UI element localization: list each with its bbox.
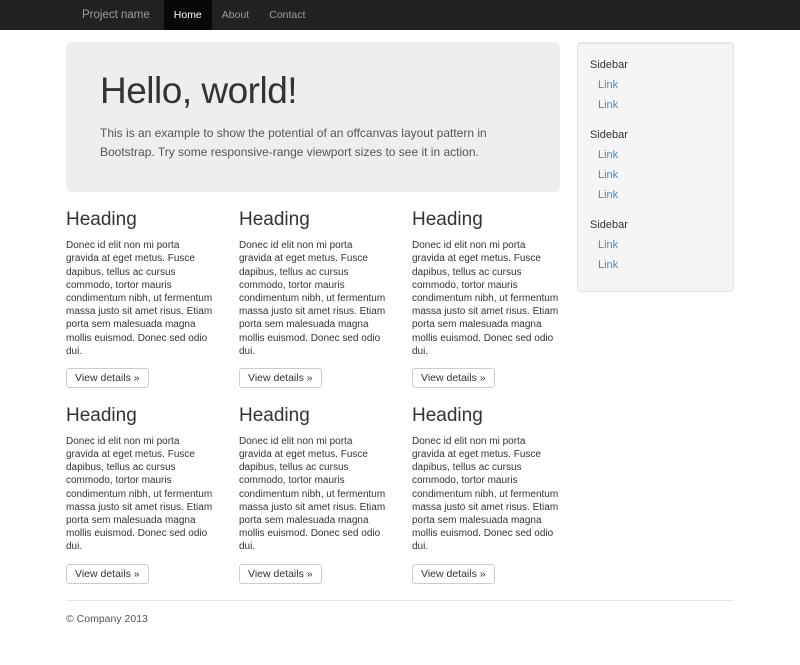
sidebar-group: Sidebar Link Link Link bbox=[590, 125, 721, 205]
card-heading: Heading bbox=[412, 210, 560, 231]
sidebar-link[interactable]: Link bbox=[590, 255, 721, 275]
sidebar-link[interactable]: Link bbox=[590, 165, 721, 185]
card-heading: Heading bbox=[239, 406, 387, 427]
card-body-text: Donec id elit non mi porta gravida at eg… bbox=[66, 435, 214, 554]
sidebar: Sidebar Link Link Sidebar Link Link Link… bbox=[577, 42, 734, 292]
navbar: Project name Home About Contact bbox=[0, 0, 800, 30]
navbar-menu: Home About Contact bbox=[164, 0, 316, 30]
sidebar-group: Sidebar Link Link bbox=[590, 55, 721, 115]
page-container: Hello, world! This is an example to show… bbox=[66, 42, 734, 625]
navbar-brand[interactable]: Project name bbox=[66, 0, 164, 30]
sidebar-group: Sidebar Link Link bbox=[590, 215, 721, 275]
cards-grid: Heading Donec id elit non mi porta gravi… bbox=[66, 192, 560, 583]
sidebar-link[interactable]: Link bbox=[590, 235, 721, 255]
sidebar-group-header: Sidebar bbox=[590, 125, 721, 145]
card-heading: Heading bbox=[239, 210, 387, 231]
card-body-text: Donec id elit non mi porta gravida at eg… bbox=[239, 435, 387, 554]
sidebar-link[interactable]: Link bbox=[590, 145, 721, 165]
content-card: Heading Donec id elit non mi porta gravi… bbox=[239, 388, 387, 584]
view-details-button[interactable]: View details » bbox=[66, 564, 149, 584]
sidebar-link[interactable]: Link bbox=[590, 75, 721, 95]
nav-item-about[interactable]: About bbox=[212, 0, 259, 30]
copyright-text: © Company 2013 bbox=[66, 613, 734, 625]
sidebar-link[interactable]: Link bbox=[590, 95, 721, 115]
content-card: Heading Donec id elit non mi porta gravi… bbox=[412, 192, 560, 388]
jumbotron: Hello, world! This is an example to show… bbox=[66, 42, 560, 192]
card-body-text: Donec id elit non mi porta gravida at eg… bbox=[412, 435, 560, 554]
sidebar-link[interactable]: Link bbox=[590, 185, 721, 205]
card-body-text: Donec id elit non mi porta gravida at eg… bbox=[239, 239, 387, 358]
card-heading: Heading bbox=[66, 210, 214, 231]
content-card: Heading Donec id elit non mi porta gravi… bbox=[412, 388, 560, 584]
view-details-button[interactable]: View details » bbox=[412, 368, 495, 388]
footer: © Company 2013 bbox=[66, 613, 734, 625]
view-details-button[interactable]: View details » bbox=[239, 564, 322, 584]
view-details-button[interactable]: View details » bbox=[412, 564, 495, 584]
card-heading: Heading bbox=[412, 406, 560, 427]
sidebar-group-header: Sidebar bbox=[590, 55, 721, 75]
content-card: Heading Donec id elit non mi porta gravi… bbox=[239, 192, 387, 388]
content-row: Hello, world! This is an example to show… bbox=[66, 42, 734, 584]
content-card: Heading Donec id elit non mi porta gravi… bbox=[66, 192, 214, 388]
card-body-text: Donec id elit non mi porta gravida at eg… bbox=[66, 239, 214, 358]
page-title: Hello, world! bbox=[100, 70, 526, 112]
main-content: Hello, world! This is an example to show… bbox=[66, 42, 560, 584]
navbar-container: Project name Home About Contact bbox=[66, 0, 734, 30]
nav-item-contact[interactable]: Contact bbox=[259, 0, 315, 30]
nav-item-home[interactable]: Home bbox=[164, 0, 212, 30]
card-heading: Heading bbox=[66, 406, 214, 427]
jumbotron-description: This is an example to show the potential… bbox=[100, 124, 526, 162]
content-card: Heading Donec id elit non mi porta gravi… bbox=[66, 388, 214, 584]
view-details-button[interactable]: View details » bbox=[239, 368, 322, 388]
card-body-text: Donec id elit non mi porta gravida at eg… bbox=[412, 239, 560, 358]
view-details-button[interactable]: View details » bbox=[66, 368, 149, 388]
sidebar-group-header: Sidebar bbox=[590, 215, 721, 235]
